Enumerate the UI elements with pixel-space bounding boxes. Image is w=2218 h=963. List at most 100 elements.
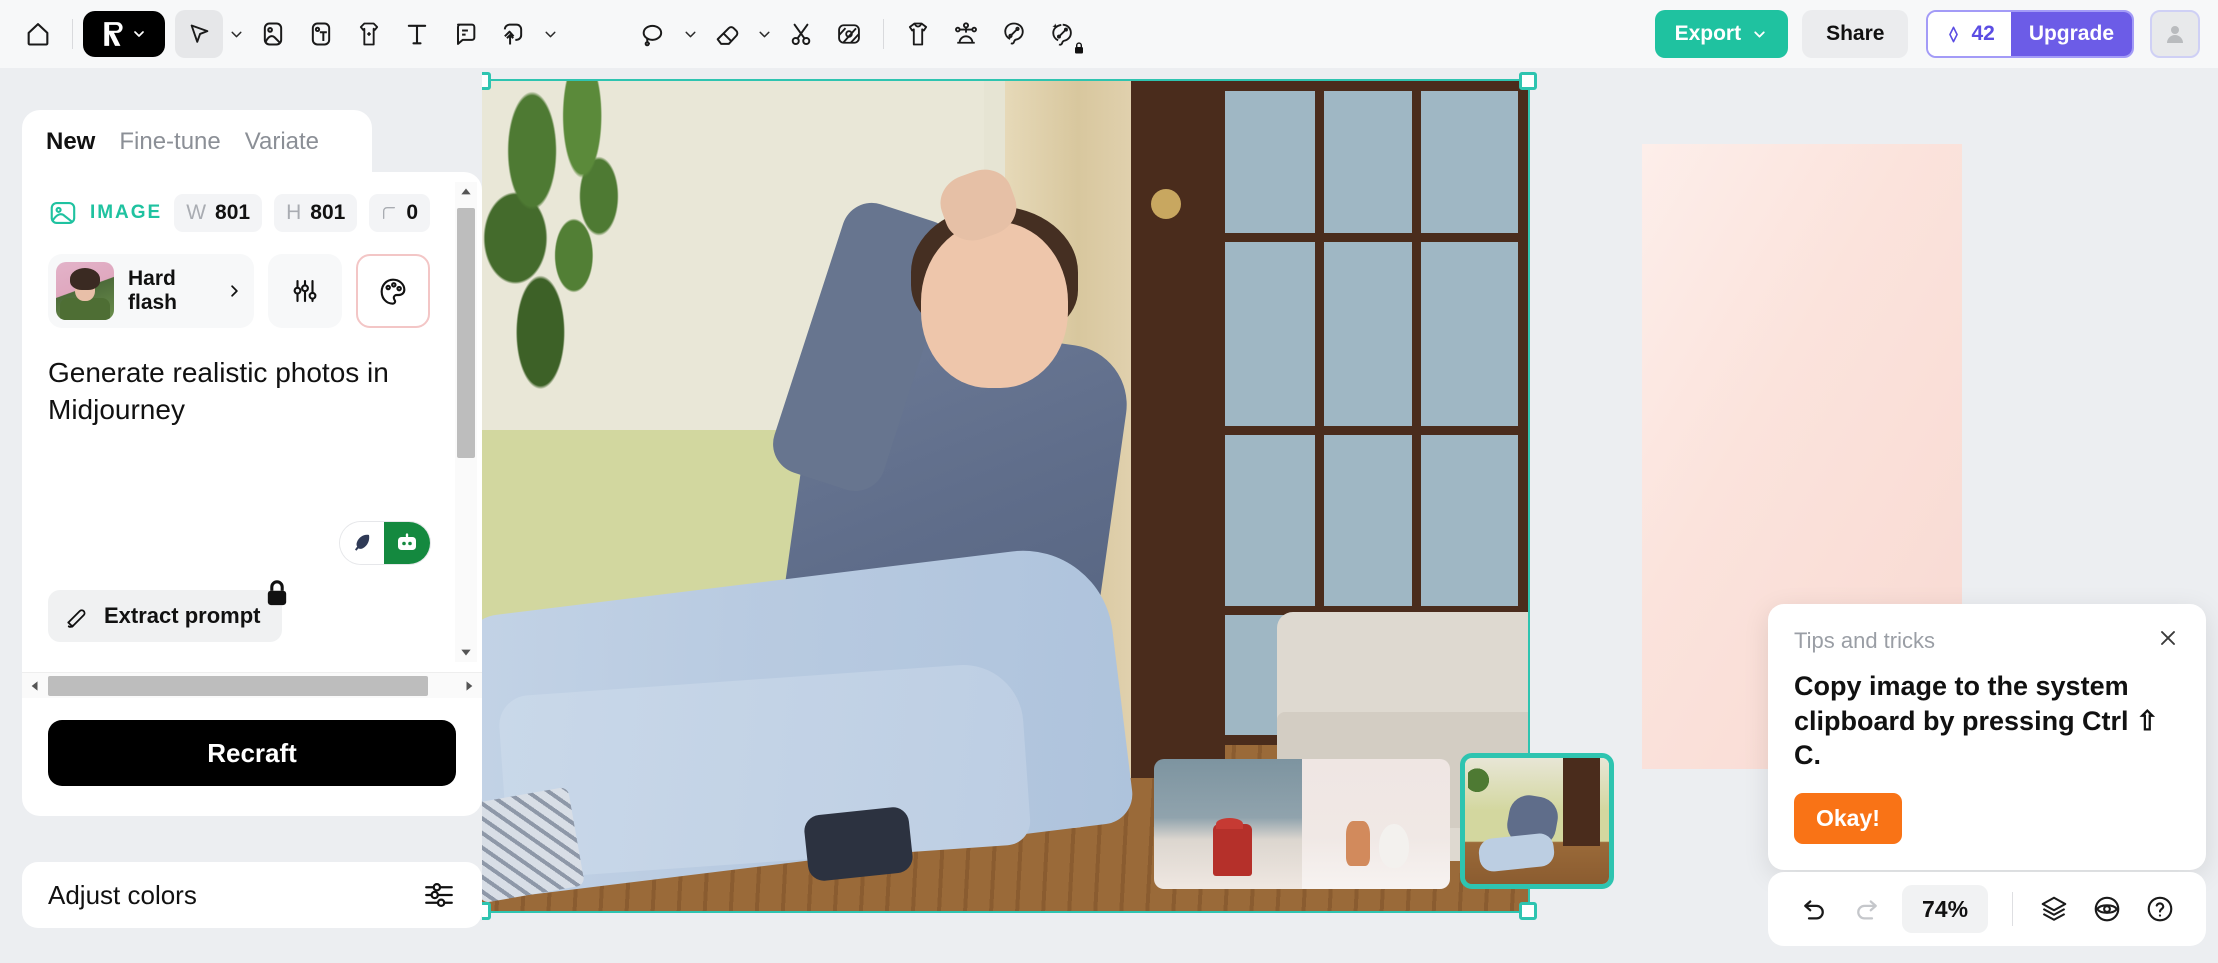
style-thumbnail <box>56 262 114 320</box>
credits-upgrade-group: 42 Upgrade <box>1926 10 2134 58</box>
tips-title: Tips and tricks <box>1794 628 1935 654</box>
magic-tool-icon[interactable] <box>1038 10 1086 58</box>
panel-tabs: New Fine-tune Variate <box>22 110 372 172</box>
resize-handle-bottom-left[interactable] <box>482 902 491 920</box>
width-key: W <box>186 201 206 225</box>
inpaint-tool-icon[interactable] <box>825 10 873 58</box>
lock-icon <box>266 580 288 611</box>
credits-value: 42 <box>1971 22 1994 46</box>
panel-vertical-scrollbar[interactable] <box>455 182 477 662</box>
brand-menu-button[interactable] <box>83 11 165 57</box>
sliders-icon <box>290 276 320 306</box>
cut-tool-icon[interactable] <box>777 10 825 58</box>
home-icon[interactable] <box>14 10 62 58</box>
credits-button[interactable]: 42 <box>1928 12 2010 56</box>
extract-prompt-wrapper: Extract prompt <box>48 590 282 642</box>
style-settings-button[interactable] <box>268 254 342 328</box>
style-row: Hard flash <box>48 254 430 328</box>
tab-new[interactable]: New <box>46 128 95 156</box>
recraft-label: Recraft <box>207 738 297 769</box>
robot-icon <box>394 531 420 555</box>
tab-fine-tune[interactable]: Fine-tune <box>119 128 220 156</box>
height-field[interactable]: H 801 <box>274 194 357 232</box>
scroll-right-arrow-icon[interactable] <box>458 679 482 693</box>
select-tool-icon[interactable] <box>175 10 223 58</box>
vertical-scroll-thumb[interactable] <box>457 208 475 458</box>
tab-variate[interactable]: Variate <box>245 128 319 156</box>
upload-tool-icon[interactable] <box>489 10 537 58</box>
corner-radius-value: 0 <box>406 201 418 225</box>
layers-icon[interactable] <box>2031 883 2078 935</box>
vectorize-tool-icon[interactable] <box>990 10 1038 58</box>
width-field[interactable]: W 801 <box>174 194 262 232</box>
resize-handle-top-right[interactable] <box>1519 72 1537 90</box>
adjust-colors-row[interactable]: Adjust colors <box>22 862 482 928</box>
vertical-scroll-track[interactable] <box>455 202 477 642</box>
scroll-left-arrow-icon[interactable] <box>22 679 46 693</box>
panel-body: IMAGE W 801 H 801 0 <box>22 172 482 816</box>
resize-handle-top-left[interactable] <box>482 72 491 90</box>
thumbnail-santa[interactable] <box>1154 759 1302 889</box>
image-properties-row: IMAGE W 801 H 801 0 <box>48 194 430 232</box>
upgrade-label: Upgrade <box>2029 22 2114 46</box>
export-label: Export <box>1675 22 1742 46</box>
lasso-tool-chevron-down-icon[interactable] <box>677 12 703 56</box>
ai-prompt-toggle[interactable] <box>384 522 430 564</box>
close-icon[interactable] <box>2156 626 2180 655</box>
status-divider <box>2012 892 2013 926</box>
select-tool-chevron-down-icon[interactable] <box>223 12 249 56</box>
apparel-tool-icon[interactable] <box>894 10 942 58</box>
image-text-tool-icon[interactable] <box>297 10 345 58</box>
prompt-text[interactable]: Generate realistic photos in Midjourney <box>48 354 430 504</box>
export-button[interactable]: Export <box>1655 10 1789 58</box>
thumbnail-person-floor[interactable] <box>1460 753 1614 889</box>
comment-tool-icon[interactable] <box>441 10 489 58</box>
horizontal-scroll-thumb[interactable] <box>48 676 428 696</box>
extract-prompt-button[interactable]: Extract prompt <box>48 590 282 642</box>
tips-okay-button[interactable]: Okay! <box>1794 793 1902 844</box>
panel-scroll-view: IMAGE W 801 H 801 0 <box>22 172 482 672</box>
variation-filmstrip <box>1154 753 1614 889</box>
zoom-level[interactable]: 74% <box>1902 885 1988 933</box>
thumbnail-snowman[interactable] <box>1302 759 1450 889</box>
adjust-colors-icon <box>422 878 456 912</box>
panel-horizontal-scrollbar[interactable] <box>22 672 482 698</box>
help-icon[interactable] <box>2137 883 2184 935</box>
image-type-label: IMAGE <box>90 202 162 224</box>
image-tool-icon[interactable] <box>249 10 297 58</box>
toolbar-divider-1 <box>72 19 73 49</box>
extract-prompt-label: Extract prompt <box>104 603 260 629</box>
upgrade-button[interactable]: Upgrade <box>2011 12 2132 56</box>
manual-prompt-toggle[interactable] <box>340 522 384 564</box>
avatar[interactable] <box>2150 10 2200 58</box>
scroll-up-arrow-icon[interactable] <box>459 182 473 202</box>
style-name: Hard flash <box>128 267 212 314</box>
corner-radius-field[interactable]: 0 <box>369 194 430 232</box>
toolbar-divider-2 <box>883 19 884 49</box>
top-toolbar: Export Share 42 Upgrade <box>0 0 2218 68</box>
redo-icon[interactable] <box>1843 883 1890 935</box>
horizontal-scroll-track[interactable] <box>46 673 458 698</box>
prompt-mode-toggle <box>48 522 430 564</box>
text-tool-icon[interactable] <box>393 10 441 58</box>
undo-icon[interactable] <box>1790 883 1837 935</box>
lasso-tool-icon[interactable] <box>629 10 677 58</box>
eraser-tool-chevron-down-icon[interactable] <box>751 12 777 56</box>
eraser-tool-icon[interactable] <box>703 10 751 58</box>
feather-icon <box>350 531 374 555</box>
scroll-down-arrow-icon[interactable] <box>459 642 473 662</box>
color-palette-button[interactable] <box>356 254 430 328</box>
status-bar: 74% <box>1768 872 2206 946</box>
upload-tool-chevron-down-icon[interactable] <box>537 12 563 56</box>
share-button[interactable]: Share <box>1802 10 1908 58</box>
share-label: Share <box>1826 22 1884 46</box>
resize-handle-bottom-right[interactable] <box>1519 902 1537 920</box>
style-selector[interactable]: Hard flash <box>48 254 254 328</box>
palette-icon <box>377 275 409 307</box>
mockup-tool-icon[interactable] <box>345 10 393 58</box>
recraft-button[interactable]: Recraft <box>48 720 456 786</box>
preview-eye-icon[interactable] <box>2084 883 2131 935</box>
pen-extract-icon <box>64 603 90 629</box>
pose-tool-icon[interactable] <box>942 10 990 58</box>
app-root: Export Share 42 Upgrade New Fine-tune Va… <box>0 0 2218 963</box>
